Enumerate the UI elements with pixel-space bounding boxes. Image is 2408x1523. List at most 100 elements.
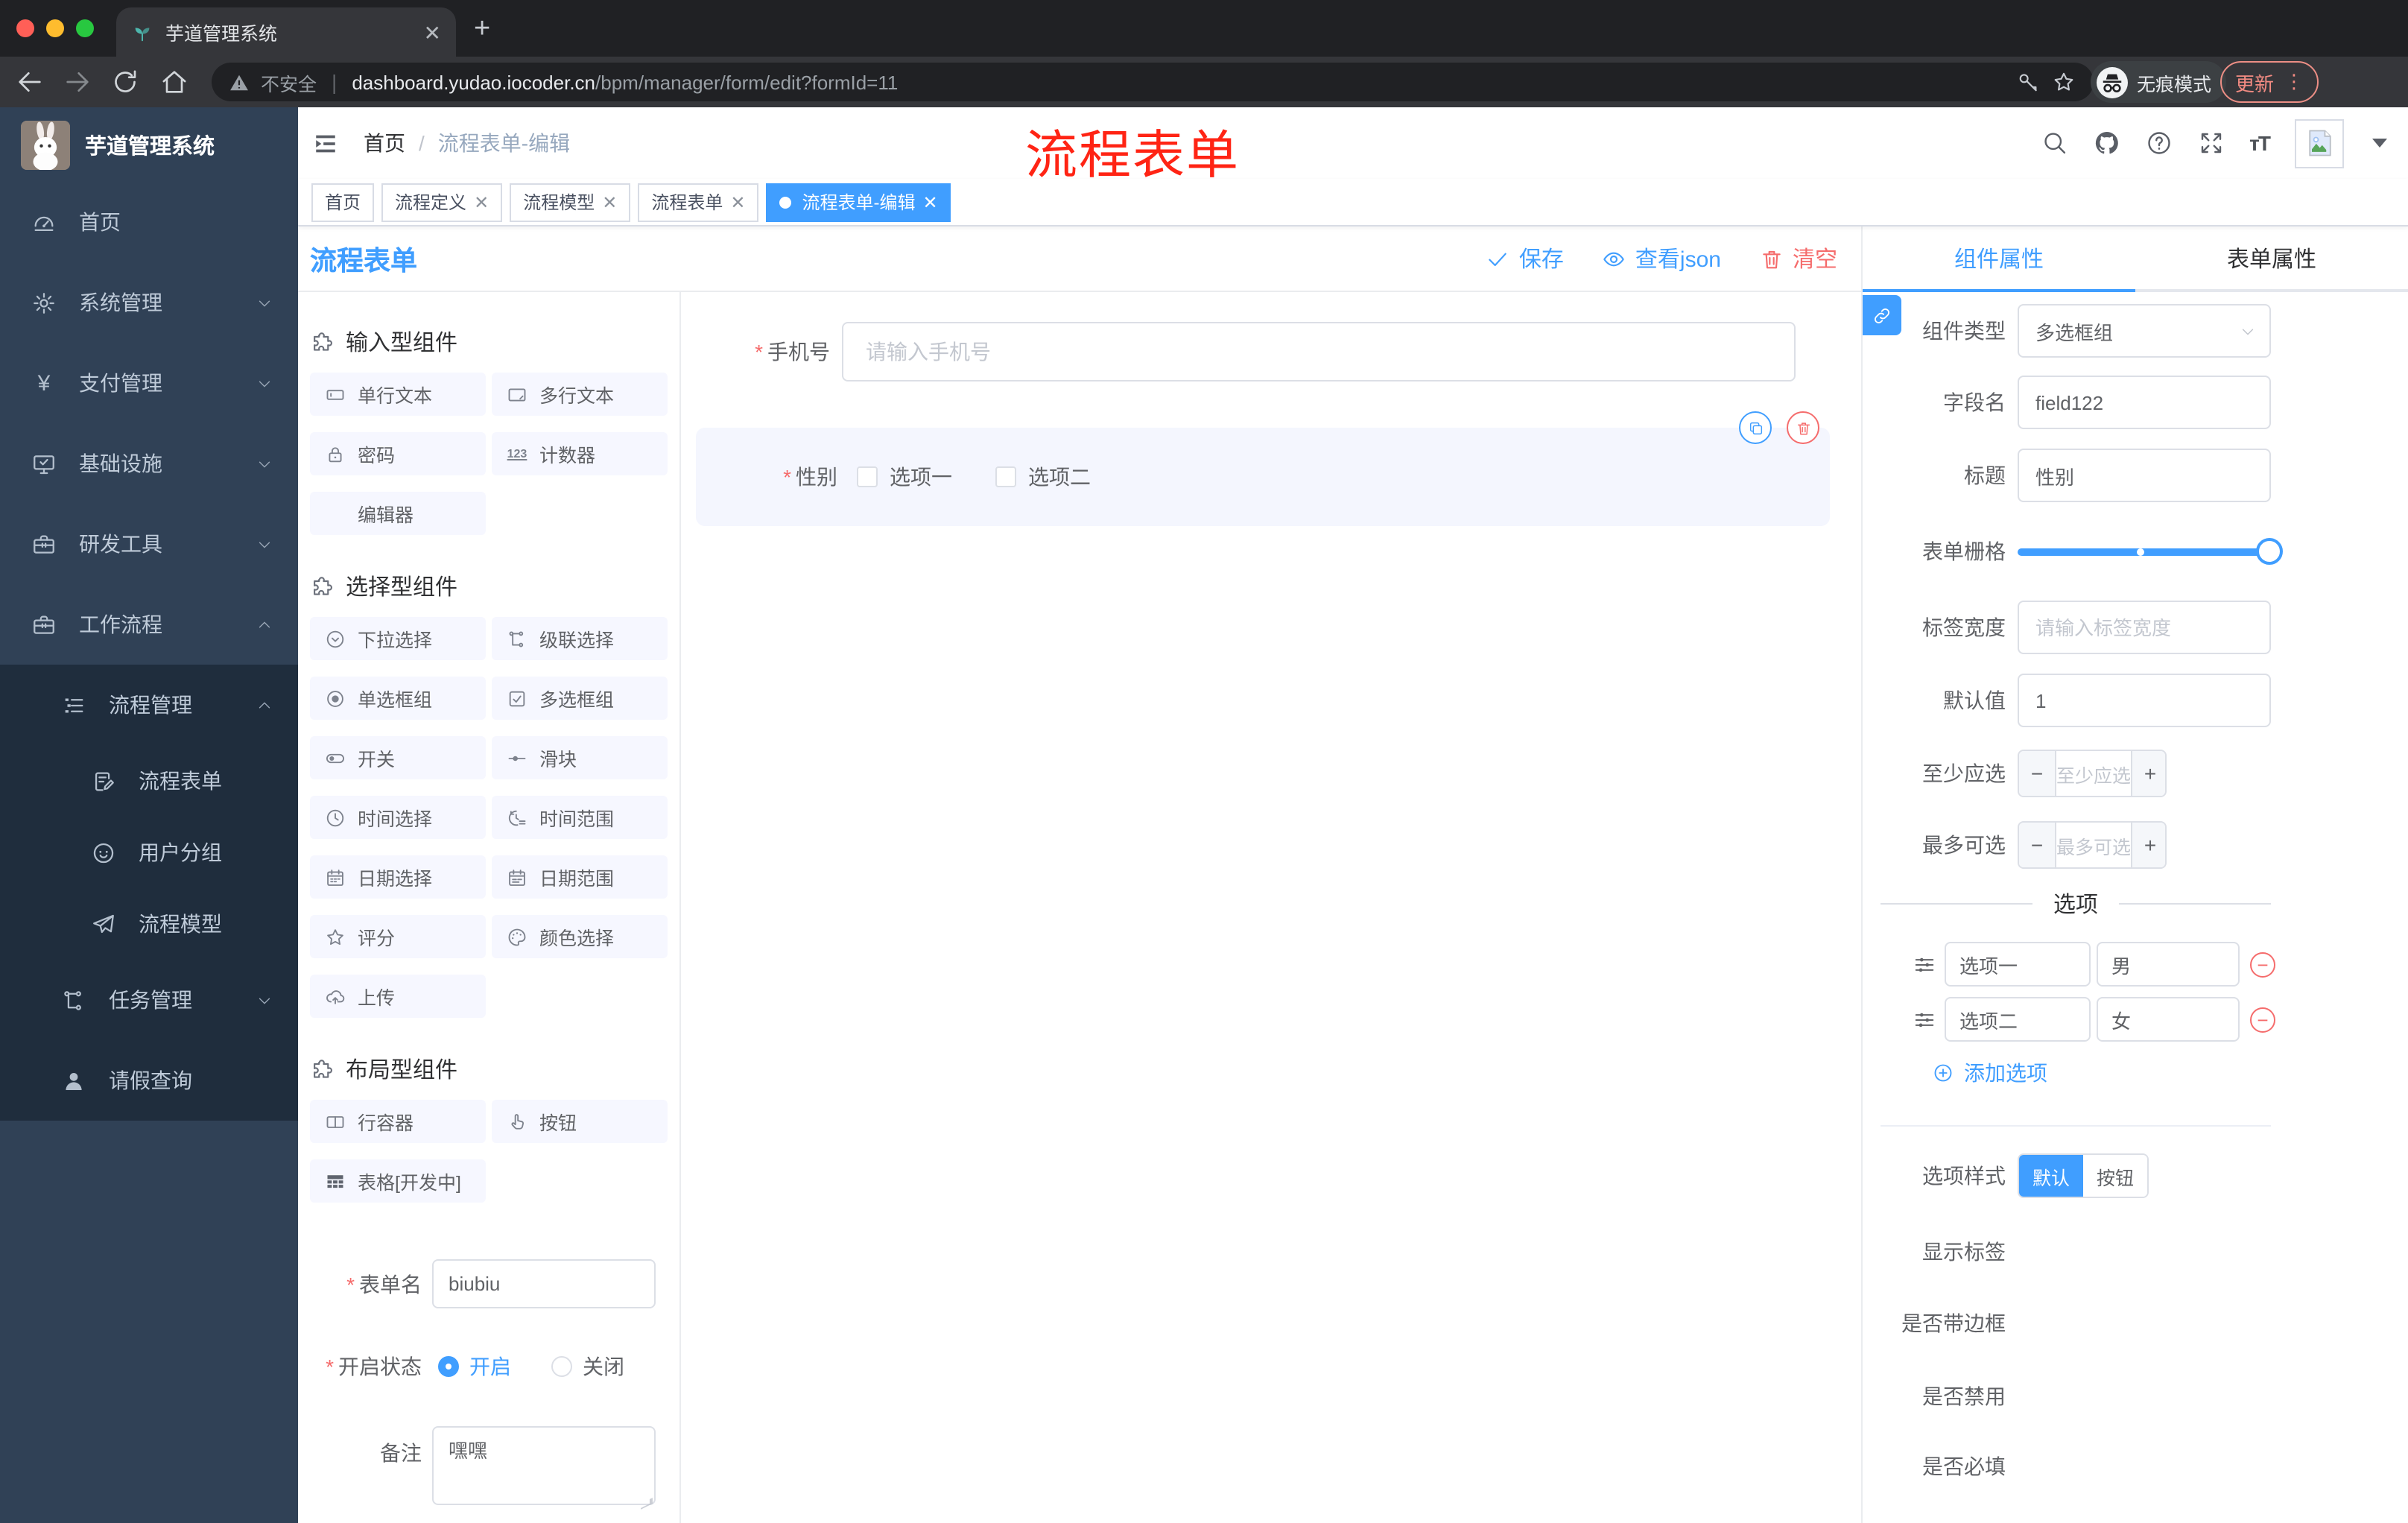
gender-option2-label[interactable]: 选项二	[1028, 462, 1091, 492]
add-option-button[interactable]: 添加选项	[1933, 1058, 2047, 1088]
tag-process-form-edit[interactable]: 流程表单-编辑 ✕	[766, 183, 951, 221]
sidebar-item-infra[interactable]: 基础设施	[0, 423, 298, 504]
bookmark-star-icon[interactable]	[2052, 70, 2076, 94]
view-json-button[interactable]: 查看json	[1603, 243, 1721, 274]
palette-item-radio-group[interactable]: 单选框组	[310, 677, 486, 720]
palette-item-upload[interactable]: 上传	[310, 975, 486, 1018]
sidebar-collapse-icon[interactable]	[311, 130, 340, 156]
sidebar-logo[interactable]: 芋道管理系统	[0, 107, 298, 182]
field-name-input[interactable]	[2018, 376, 2271, 429]
palette-item-multi-text[interactable]: 多行文本	[492, 373, 668, 416]
status-off-radio[interactable]	[551, 1356, 572, 1377]
tab-close-icon[interactable]: ✕	[424, 22, 441, 42]
sidebar-item-leave-query[interactable]: 请假查询	[0, 1040, 298, 1121]
palette-item-button[interactable]: 按钮	[492, 1100, 668, 1143]
option1-label-input[interactable]	[1945, 942, 2091, 987]
palette-item-row-container[interactable]: 行容器	[310, 1100, 486, 1143]
style-default-button[interactable]: 默认	[2019, 1155, 2083, 1197]
search-icon[interactable]	[2041, 130, 2068, 156]
increase-button[interactable]: +	[2131, 823, 2165, 867]
menu-dots-icon[interactable]: ⋮	[2284, 70, 2304, 94]
breadcrumb-home[interactable]: 首页	[364, 128, 405, 158]
sidebar-item-process-form[interactable]: 流程表单	[0, 745, 298, 817]
palette-item-date-picker[interactable]: 日期选择	[310, 855, 486, 899]
palette-item-color-picker[interactable]: 颜色选择	[492, 915, 668, 958]
palette-item-table[interactable]: 表格[开发中]	[310, 1159, 486, 1203]
status-on-label[interactable]: 开启	[469, 1352, 511, 1381]
sidebar-item-task-mgmt[interactable]: 任务管理	[0, 960, 298, 1040]
close-icon[interactable]: ✕	[923, 193, 938, 211]
palette-item-rate[interactable]: 评分	[310, 915, 486, 958]
back-icon[interactable]	[15, 67, 45, 97]
gender-option1-checkbox[interactable]	[857, 466, 878, 487]
remove-option-button[interactable]: −	[2250, 1007, 2275, 1032]
new-tab-button[interactable]: +	[474, 13, 490, 46]
close-icon[interactable]: ✕	[602, 193, 617, 211]
option1-value-input[interactable]	[2097, 942, 2240, 987]
grid-slider[interactable]	[2018, 525, 2283, 578]
palette-item-slider[interactable]: 滑块	[492, 736, 668, 779]
title-input[interactable]	[2018, 449, 2271, 502]
tab-form-props[interactable]: 表单属性	[2135, 227, 2408, 289]
style-button-button[interactable]: 按钮	[2083, 1155, 2147, 1197]
password-key-icon[interactable]	[2016, 70, 2040, 94]
gender-option2-checkbox[interactable]	[995, 466, 1016, 487]
default-value-input[interactable]	[2018, 674, 2271, 727]
tag-process-form[interactable]: 流程表单 ✕	[638, 183, 759, 221]
sidebar-item-process-model[interactable]: 流程模型	[0, 888, 298, 960]
fullscreen-icon[interactable]	[2197, 130, 2224, 156]
window-minimize-button[interactable]	[46, 19, 64, 37]
window-close-button[interactable]	[16, 19, 34, 37]
palette-item-date-range[interactable]: 日期范围	[492, 855, 668, 899]
palette-item-switch[interactable]: 开关	[310, 736, 486, 779]
sidebar-item-user-group[interactable]: 用户分组	[0, 817, 298, 888]
close-icon[interactable]: ✕	[730, 193, 745, 211]
update-button[interactable]: 更新 ⋮	[2220, 61, 2319, 103]
sidebar-item-workflow[interactable]: 工作流程	[0, 584, 298, 665]
form-name-input[interactable]	[432, 1259, 656, 1308]
palette-item-counter[interactable]: 123 计数器	[492, 432, 668, 475]
selected-component[interactable]: * 性别 选项一 选项二	[696, 411, 1830, 526]
github-icon[interactable]	[2093, 130, 2120, 156]
palette-item-editor[interactable]: 编辑器	[310, 492, 486, 535]
tag-process-definition[interactable]: 流程定义 ✕	[381, 183, 503, 221]
palette-item-password[interactable]: 密码	[310, 432, 486, 475]
font-size-icon[interactable]: ᴛT	[2249, 131, 2271, 155]
decrease-button[interactable]: −	[2019, 751, 2056, 796]
option2-value-input[interactable]	[2097, 997, 2240, 1042]
option2-label-input[interactable]	[1945, 997, 2091, 1042]
status-off-label[interactable]: 关闭	[583, 1352, 624, 1381]
close-icon[interactable]: ✕	[474, 193, 489, 211]
forward-icon[interactable]	[63, 67, 92, 97]
browser-tab[interactable]: 芋道管理系统 ✕	[116, 7, 456, 57]
help-icon[interactable]	[2145, 130, 2172, 156]
sidebar-item-payment[interactable]: ¥ 支付管理	[0, 343, 298, 423]
label-width-input[interactable]	[2018, 601, 2271, 654]
caret-down-icon[interactable]	[2372, 139, 2387, 148]
tab-component-props[interactable]: 组件属性	[1863, 227, 2135, 289]
palette-item-single-text[interactable]: 单行文本	[310, 373, 486, 416]
save-button[interactable]: 保存	[1486, 243, 1564, 274]
decrease-button[interactable]: −	[2019, 823, 2056, 867]
palette-item-time-range[interactable]: 时间范围	[492, 796, 668, 839]
tag-home[interactable]: 首页	[311, 183, 375, 221]
sidebar-item-process-mgmt[interactable]: 流程管理	[0, 665, 298, 745]
sidebar-item-devtools[interactable]: 研发工具	[0, 504, 298, 584]
palette-item-cascader[interactable]: 级联选择	[492, 617, 668, 660]
sidebar-item-home[interactable]: 首页	[0, 182, 298, 262]
palette-item-checkbox-group[interactable]: 多选框组	[492, 677, 668, 720]
window-zoom-button[interactable]	[76, 19, 94, 37]
remark-textarea[interactable]: 嘿嘿	[432, 1426, 656, 1505]
tag-process-model[interactable]: 流程模型 ✕	[510, 183, 631, 221]
drag-handle-icon[interactable]	[1913, 1008, 1936, 1030]
slider-handle[interactable]	[2256, 538, 2283, 565]
palette-item-select[interactable]: 下拉选择	[310, 617, 486, 660]
address-bar[interactable]: 不安全 | dashboard.yudao.iocoder.cn/bpm/man…	[212, 63, 2094, 101]
gender-option1-label[interactable]: 选项一	[890, 462, 952, 492]
home-icon[interactable]	[159, 67, 189, 97]
status-on-radio[interactable]	[438, 1356, 459, 1377]
remove-option-button[interactable]: −	[2250, 952, 2275, 977]
palette-item-time-picker[interactable]: 时间选择	[310, 796, 486, 839]
user-avatar[interactable]	[2295, 118, 2344, 168]
drag-handle-icon[interactable]	[1913, 953, 1936, 975]
